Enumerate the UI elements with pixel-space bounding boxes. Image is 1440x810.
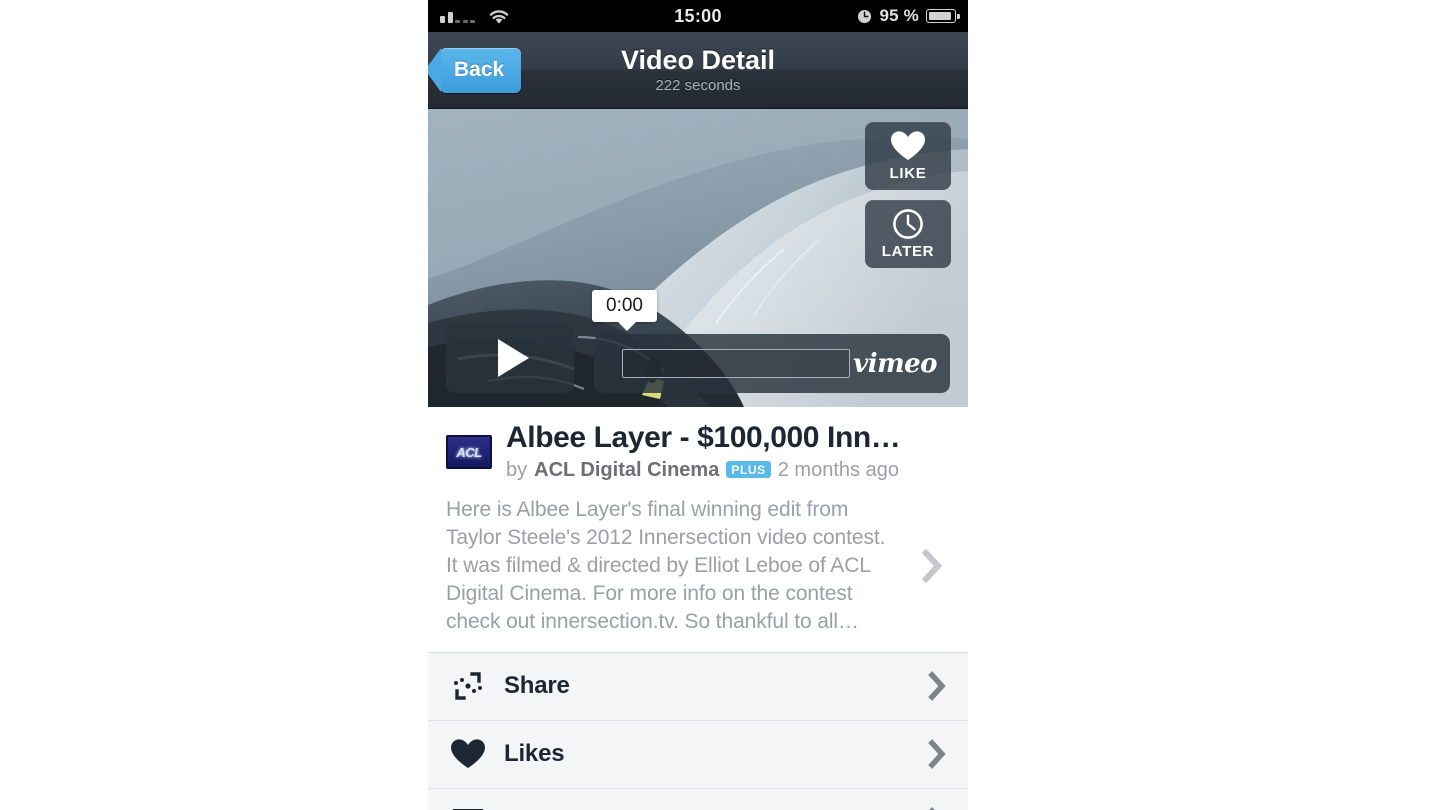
- navigation-bar: Back Video Detail 222 seconds: [428, 32, 968, 109]
- later-button[interactable]: LATER: [865, 200, 951, 268]
- video-title-row: ACL Albee Layer - $100,000 Inn… by ACL D…: [446, 421, 950, 482]
- avatar-label: ACL: [456, 444, 482, 460]
- chevron-right-icon: [922, 548, 943, 583]
- back-button-label: Back: [454, 58, 505, 81]
- later-button-label: LATER: [881, 243, 935, 260]
- byline-prefix: by: [506, 458, 528, 481]
- play-button[interactable]: [446, 323, 574, 393]
- description-row[interactable]: Here is Albee Layer's final winning edit…: [446, 496, 950, 636]
- battery-icon: [926, 9, 960, 23]
- player-controls: vimeo 0:00: [446, 290, 950, 393]
- author-link[interactable]: ACL Digital Cinema: [534, 459, 719, 482]
- like-button[interactable]: LIKE: [865, 122, 951, 190]
- list-item-share[interactable]: Share: [428, 651, 968, 720]
- status-bar: 15:00 95 %: [428, 0, 968, 32]
- progress-track[interactable]: [622, 349, 850, 378]
- detail-options-list: Share Likes: [428, 651, 968, 810]
- vimeo-logo: vimeo: [853, 348, 937, 379]
- clock-icon: [893, 209, 923, 239]
- like-button-label: LIKE: [889, 165, 927, 182]
- list-item-label: Likes: [504, 740, 565, 768]
- battery-percent-label: 95 %: [879, 6, 919, 25]
- heart-icon: [448, 738, 488, 770]
- heart-icon: [891, 131, 925, 160]
- screenshot-stage: 15:00 95 % Back Video Detail 222 seconds: [0, 0, 1440, 810]
- phone-screen: 15:00 95 % Back Video Detail 222 seconds: [428, 0, 968, 810]
- play-icon: [497, 339, 529, 377]
- video-title: Albee Layer - $100,000 Inn…: [506, 421, 901, 454]
- share-icon: [448, 669, 488, 703]
- progress-bar-container[interactable]: vimeo: [594, 334, 950, 393]
- alarm-clock-icon: [858, 9, 872, 23]
- list-item-comments[interactable]: Comments: [428, 787, 968, 810]
- plus-badge: PLUS: [726, 460, 771, 478]
- chevron-right-icon: [928, 739, 948, 769]
- video-byline: by ACL Digital Cinema PLUS 2 months ago: [506, 459, 900, 482]
- chevron-right-icon: [928, 671, 948, 701]
- status-bar-right: 95 %: [857, 6, 960, 26]
- back-button[interactable]: Back: [428, 47, 522, 93]
- video-info-section: ACL Albee Layer - $100,000 Inn… by ACL D…: [428, 407, 968, 652]
- video-action-buttons: LIKE LATER: [865, 122, 951, 268]
- video-player[interactable]: LIKE LATER vimeo 0:00: [428, 109, 968, 407]
- current-time-tooltip: 0:00: [592, 290, 657, 331]
- avatar[interactable]: ACL: [446, 435, 492, 469]
- list-item-likes[interactable]: Likes: [428, 719, 968, 788]
- upload-time: 2 months ago: [777, 458, 899, 481]
- video-description: Here is Albee Layer's final winning edit…: [446, 497, 886, 633]
- video-title-block: Albee Layer - $100,000 Inn… by ACL Digit…: [506, 421, 901, 482]
- list-item-label: Share: [504, 672, 570, 700]
